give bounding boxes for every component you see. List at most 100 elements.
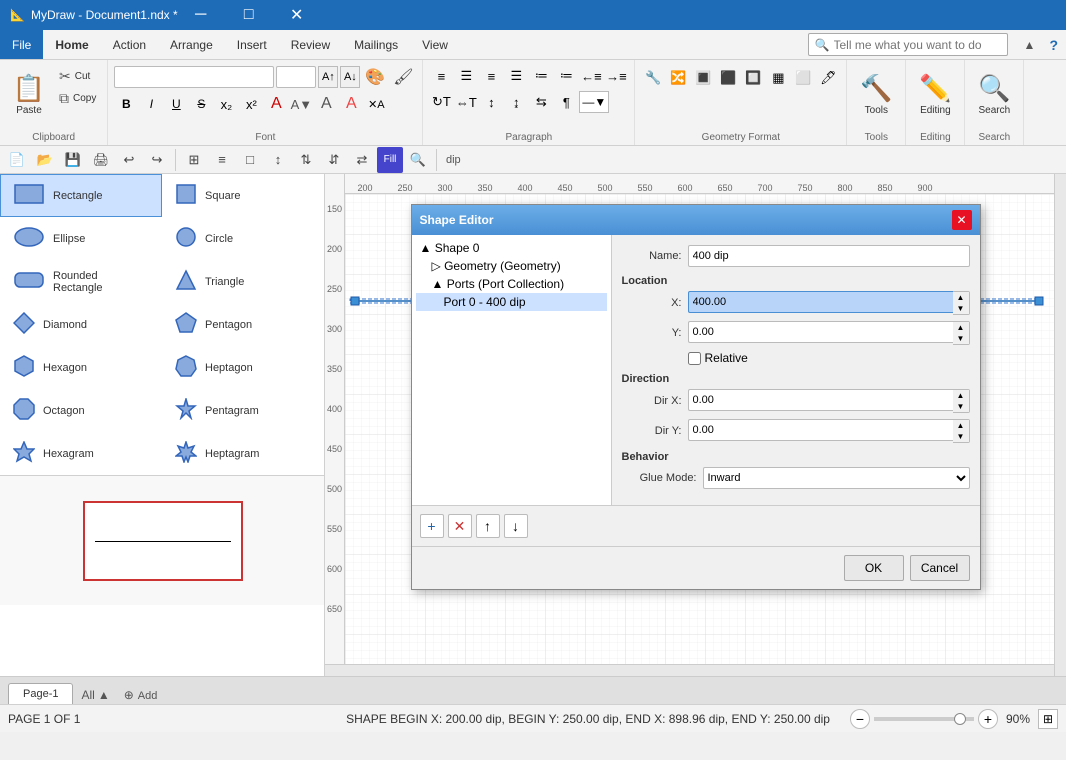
menu-view[interactable]: View: [410, 30, 460, 59]
help-btn[interactable]: ?: [1041, 30, 1066, 59]
geo-btn5[interactable]: 🔲: [741, 66, 765, 90]
dirx-spin-up[interactable]: ▲: [953, 390, 969, 401]
shape-item-pentagon[interactable]: Pentagon: [162, 303, 324, 346]
font-bg-btn[interactable]: A: [314, 92, 338, 116]
maximize-button[interactable]: □: [226, 0, 272, 30]
relative-checkbox[interactable]: [688, 352, 701, 365]
font-color-picker-btn[interactable]: 🎨: [362, 64, 388, 90]
tb-grid-btn[interactable]: ⊞: [181, 147, 207, 173]
search-box[interactable]: 🔍: [808, 33, 1008, 56]
x-spin-down[interactable]: ▼: [953, 303, 969, 314]
font-size-input[interactable]: [276, 66, 316, 88]
add-port-button[interactable]: +: [420, 514, 444, 538]
strikethrough-button[interactable]: S: [189, 92, 213, 116]
page-tab-1[interactable]: Page-1: [8, 683, 73, 704]
tb-undo-btn[interactable]: ↩: [116, 147, 142, 173]
shape-item-triangle[interactable]: Triangle: [162, 260, 324, 303]
tree-item-shape0[interactable]: ▲ Shape 0: [416, 239, 607, 257]
shape-item-square[interactable]: Square: [162, 174, 324, 217]
tab-add-button[interactable]: ⊕ Add: [118, 684, 164, 704]
text-dir2-btn[interactable]: ⇆: [529, 90, 553, 114]
dirx-spin-down[interactable]: ▼: [953, 401, 969, 412]
superscript-button[interactable]: x²: [239, 92, 263, 116]
line-select[interactable]: —▼: [579, 91, 609, 113]
tb-print-btn[interactable]: 🖨: [88, 147, 114, 173]
search-ribbon-button[interactable]: 🔍 Search: [971, 64, 1017, 124]
menu-home[interactable]: Home: [43, 30, 100, 59]
ok-button[interactable]: OK: [844, 555, 904, 581]
tab-all-button[interactable]: All ▲: [73, 686, 117, 704]
tree-item-ports[interactable]: ▲ Ports (Port Collection): [416, 275, 607, 293]
shape-item-hexagon[interactable]: Hexagon: [0, 346, 162, 389]
vertical-scrollbar[interactable]: [1054, 174, 1066, 676]
dialog-close-button[interactable]: ✕: [952, 210, 972, 230]
tb-sort-btn[interactable]: ↕: [265, 147, 291, 173]
tb-sort2-btn[interactable]: ⇅: [293, 147, 319, 173]
tb-frame-btn[interactable]: □: [237, 147, 263, 173]
menu-mailings[interactable]: Mailings: [342, 30, 410, 59]
rotate-text-btn[interactable]: ↻T: [429, 90, 453, 114]
show-hide-btn[interactable]: ¶: [554, 90, 578, 114]
cut-button[interactable]: ✂ Cut: [54, 66, 101, 87]
italic-button[interactable]: I: [139, 92, 163, 116]
numbered-list-btn[interactable]: ≔: [554, 64, 578, 88]
tb-sort3-btn[interactable]: ⇵: [321, 147, 347, 173]
tree-item-port0[interactable]: Port 0 - 400 dip: [416, 293, 607, 311]
menu-file[interactable]: File: [0, 30, 43, 59]
diry-input[interactable]: [688, 419, 953, 441]
move-up-button[interactable]: ↑: [476, 514, 500, 538]
diry-spin-down[interactable]: ▼: [953, 431, 969, 442]
shape-item-hexagram[interactable]: Hexagram: [0, 432, 162, 475]
tb-search2-btn[interactable]: 🔍: [405, 147, 431, 173]
tools-button[interactable]: 🔨 Tools: [853, 64, 899, 124]
font-size-decrease-btn[interactable]: A↓: [340, 66, 360, 88]
horizontal-scrollbar[interactable]: [325, 664, 1054, 676]
align-left-btn[interactable]: ≡: [429, 64, 453, 88]
tb-sort4-btn[interactable]: ⇄: [349, 147, 375, 173]
font-size-increase-btn[interactable]: A↑: [318, 66, 338, 88]
shape-item-pentagram[interactable]: Pentagram: [162, 389, 324, 432]
y-spin-down[interactable]: ▼: [953, 333, 969, 344]
shape-item-heptagon[interactable]: Heptagon: [162, 346, 324, 389]
geo-btn1[interactable]: 🔧: [641, 66, 665, 90]
geo-btn6[interactable]: ▦: [766, 66, 790, 90]
font-family-input[interactable]: [114, 66, 274, 88]
move-down-button[interactable]: ↓: [504, 514, 528, 538]
zoom-slider[interactable]: [874, 717, 974, 721]
shape-item-circle[interactable]: Circle: [162, 217, 324, 260]
geo-btn7[interactable]: ⬜: [791, 66, 815, 90]
tb-save-btn[interactable]: 💾: [60, 147, 86, 173]
shape-item-heptagram[interactable]: Heptagram: [162, 432, 324, 475]
tb-fill-btn[interactable]: Fill: [377, 147, 403, 173]
shape-item-rounded-rectangle[interactable]: Rounded Rectangle: [0, 260, 162, 303]
diry-spin-up[interactable]: ▲: [953, 420, 969, 431]
menu-review[interactable]: Review: [279, 30, 342, 59]
geo-btn4[interactable]: ⬛: [716, 66, 740, 90]
shape-item-octagon[interactable]: Octagon: [0, 389, 162, 432]
copy-button[interactable]: ⧉ Copy: [54, 88, 101, 109]
font-highlight-btn[interactable]: A▼: [289, 92, 313, 116]
indent-more-btn[interactable]: →≡: [604, 64, 628, 88]
geo-btn8[interactable]: 🖊: [816, 66, 840, 90]
tree-item-geometry[interactable]: ▷ Geometry (Geometry): [416, 257, 607, 275]
font-color-btn[interactable]: A: [339, 92, 363, 116]
collapse-btn[interactable]: ▲: [1018, 30, 1042, 59]
tb-new-btn[interactable]: 📄: [4, 147, 30, 173]
align-center-btn[interactable]: ☰: [454, 64, 478, 88]
minimize-button[interactable]: ─: [178, 0, 224, 30]
search-input[interactable]: [834, 38, 1001, 52]
paste-button[interactable]: 📋 Paste: [6, 64, 52, 124]
format-painter-btn[interactable]: 🖌: [390, 64, 416, 90]
cancel-button[interactable]: Cancel: [910, 555, 970, 581]
indent-less-btn[interactable]: ←≡: [579, 64, 603, 88]
font-style-btn[interactable]: A: [264, 92, 288, 116]
shape-item-diamond[interactable]: Diamond: [0, 303, 162, 346]
clear-format-btn[interactable]: ✕A: [364, 92, 388, 116]
zoom-out-button[interactable]: −: [850, 709, 870, 729]
dirx-input[interactable]: [688, 389, 953, 411]
tb-redo-btn[interactable]: ↪: [144, 147, 170, 173]
shape-item-ellipse[interactable]: Ellipse: [0, 217, 162, 260]
geo-btn3[interactable]: 🔳: [691, 66, 715, 90]
menu-arrange[interactable]: Arrange: [158, 30, 225, 59]
para-spacing-btn[interactable]: ↨: [504, 90, 528, 114]
